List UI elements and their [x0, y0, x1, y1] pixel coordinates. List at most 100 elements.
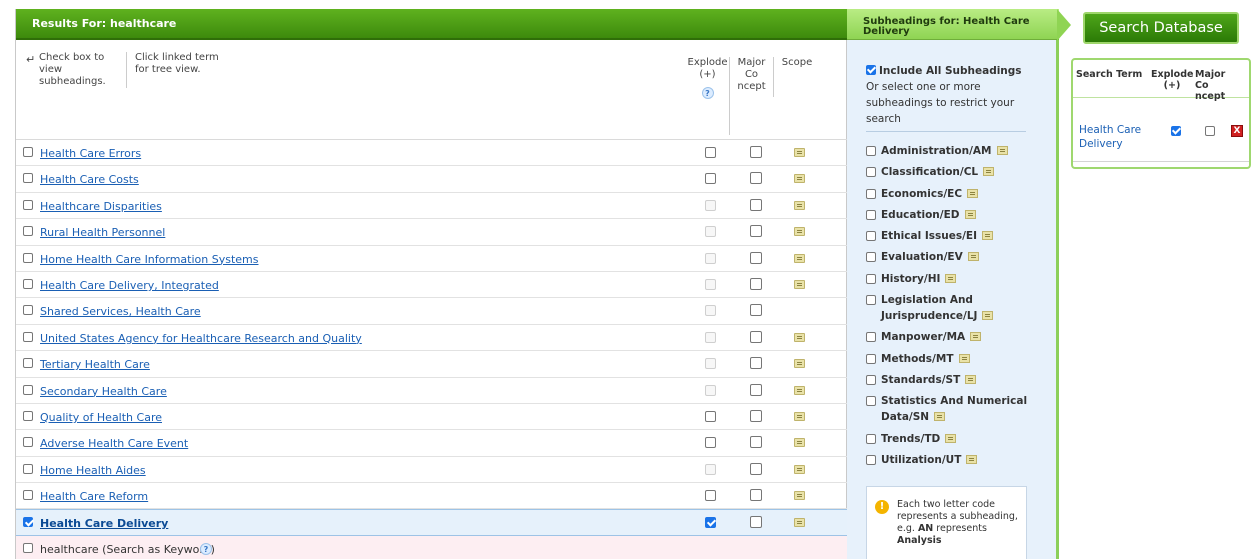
- subheading-checkbox[interactable]: [866, 295, 876, 306]
- term-link[interactable]: Health Care Delivery, Integrated: [40, 279, 219, 292]
- subheading-checkbox[interactable]: [866, 353, 876, 364]
- row-select-checkbox[interactable]: [23, 463, 33, 474]
- major-concept-checkbox[interactable]: [750, 304, 762, 317]
- builder-major-checkbox[interactable]: [1205, 126, 1215, 136]
- term-link[interactable]: Health Care Delivery: [40, 517, 168, 530]
- subheading-checkbox[interactable]: [866, 332, 876, 343]
- subheading-checkbox[interactable]: [866, 167, 876, 178]
- major-concept-checkbox[interactable]: [750, 383, 762, 396]
- row-select-checkbox[interactable]: [23, 358, 33, 369]
- scope-note-icon[interactable]: [970, 332, 982, 342]
- term-link[interactable]: Tertiary Health Care: [40, 358, 150, 371]
- scope-note-icon[interactable]: [794, 359, 805, 369]
- major-concept-checkbox[interactable]: [750, 357, 762, 370]
- scope-note-icon[interactable]: [983, 167, 995, 177]
- row-select-checkbox[interactable]: [23, 199, 33, 210]
- subheading-checkbox[interactable]: [866, 273, 876, 284]
- row-select-checkbox[interactable]: [23, 517, 33, 528]
- major-concept-checkbox[interactable]: [750, 146, 762, 158]
- major-concept-checkbox[interactable]: [750, 330, 762, 343]
- major-concept-checkbox[interactable]: [750, 409, 762, 422]
- scope-note-icon[interactable]: [966, 454, 978, 464]
- major-concept-checkbox[interactable]: [750, 516, 762, 529]
- term-link[interactable]: Home Health Care Information Systems: [40, 253, 259, 266]
- scope-note-icon[interactable]: [794, 279, 805, 289]
- scope-note-icon[interactable]: [794, 464, 805, 474]
- subheading-checkbox[interactable]: [866, 146, 876, 156]
- subheading-checkbox[interactable]: [866, 396, 876, 407]
- explode-checkbox[interactable]: [705, 147, 716, 158]
- scope-note-icon[interactable]: [794, 148, 805, 157]
- keyword-checkbox[interactable]: [23, 542, 33, 553]
- subheading-checkbox[interactable]: [866, 454, 876, 465]
- major-concept-checkbox[interactable]: [750, 172, 762, 185]
- scope-note-icon[interactable]: [794, 411, 805, 421]
- scope-note-icon[interactable]: [945, 273, 957, 283]
- subheading-checkbox[interactable]: [866, 188, 876, 199]
- term-link[interactable]: Adverse Health Care Event: [40, 437, 188, 450]
- subheading-checkbox[interactable]: [866, 209, 876, 220]
- row-select-checkbox[interactable]: [23, 437, 33, 448]
- major-concept-checkbox[interactable]: [750, 251, 762, 264]
- row-select-checkbox[interactable]: [23, 305, 33, 316]
- term-link[interactable]: Rural Health Personnel: [40, 226, 165, 239]
- explode-checkbox[interactable]: [705, 490, 716, 502]
- major-concept-checkbox[interactable]: [750, 489, 762, 502]
- scope-note-icon[interactable]: [794, 200, 805, 210]
- scope-note-icon[interactable]: [794, 253, 805, 263]
- major-concept-checkbox[interactable]: [750, 225, 762, 238]
- row-select-checkbox[interactable]: [23, 410, 33, 421]
- major-concept-checkbox[interactable]: [750, 462, 762, 475]
- row-select-checkbox[interactable]: [23, 331, 33, 342]
- row-select-checkbox[interactable]: [23, 384, 33, 395]
- scope-note-icon[interactable]: [945, 433, 957, 443]
- scope-note-icon[interactable]: [794, 438, 805, 448]
- major-concept-checkbox[interactable]: [750, 198, 762, 211]
- row-select-checkbox[interactable]: [23, 252, 33, 263]
- explode-checkbox[interactable]: [705, 410, 716, 422]
- remove-icon[interactable]: X: [1231, 125, 1243, 137]
- row-select-checkbox[interactable]: [23, 173, 33, 184]
- scope-note-icon[interactable]: [967, 252, 979, 262]
- scope-note-icon[interactable]: [794, 332, 805, 342]
- scope-note-icon[interactable]: [996, 146, 1008, 155]
- scope-note-icon[interactable]: [794, 227, 805, 237]
- term-link[interactable]: Secondary Health Care: [40, 385, 167, 398]
- term-link[interactable]: Health Care Reform: [40, 490, 148, 503]
- term-link[interactable]: Health Care Errors: [40, 147, 141, 160]
- row-select-checkbox[interactable]: [23, 147, 33, 157]
- builder-term-link[interactable]: Health Care Delivery: [1079, 123, 1149, 151]
- explode-checkbox[interactable]: [705, 173, 716, 185]
- term-link[interactable]: Quality of Health Care: [40, 411, 162, 424]
- term-link[interactable]: United States Agency for Healthcare Rese…: [40, 332, 362, 345]
- subheading-checkbox[interactable]: [866, 252, 876, 263]
- scope-note-icon[interactable]: [794, 385, 805, 395]
- scope-note-icon[interactable]: [794, 174, 805, 184]
- subheading-checkbox[interactable]: [866, 374, 876, 385]
- term-link[interactable]: Shared Services, Health Care: [40, 305, 201, 318]
- scope-note-icon[interactable]: [965, 374, 977, 384]
- scope-note-icon[interactable]: [982, 311, 994, 321]
- scope-note-icon[interactable]: [934, 412, 946, 422]
- major-concept-checkbox[interactable]: [750, 436, 762, 449]
- major-concept-checkbox[interactable]: [750, 277, 762, 290]
- row-select-checkbox[interactable]: [23, 278, 33, 289]
- builder-explode-checkbox[interactable]: [1171, 126, 1181, 136]
- term-link[interactable]: Home Health Aides: [40, 464, 146, 477]
- scope-note-icon[interactable]: [958, 353, 970, 363]
- term-link[interactable]: Health Care Costs: [40, 173, 139, 186]
- row-select-checkbox[interactable]: [23, 490, 33, 501]
- scope-note-icon[interactable]: [794, 491, 805, 501]
- scope-note-icon[interactable]: [964, 209, 976, 219]
- help-icon[interactable]: ?: [200, 542, 212, 555]
- search-database-button[interactable]: Search Database: [1083, 12, 1239, 44]
- explode-checkbox[interactable]: [705, 437, 716, 449]
- include-all-checkbox[interactable]: [866, 65, 876, 75]
- subheading-checkbox[interactable]: [866, 433, 876, 444]
- row-select-checkbox[interactable]: [23, 226, 33, 237]
- scope-note-icon[interactable]: [982, 231, 993, 241]
- subheading-checkbox[interactable]: [866, 231, 876, 242]
- term-link[interactable]: Healthcare Disparities: [40, 200, 162, 213]
- explode-checkbox[interactable]: [705, 517, 716, 529]
- scope-note-icon[interactable]: [967, 188, 979, 198]
